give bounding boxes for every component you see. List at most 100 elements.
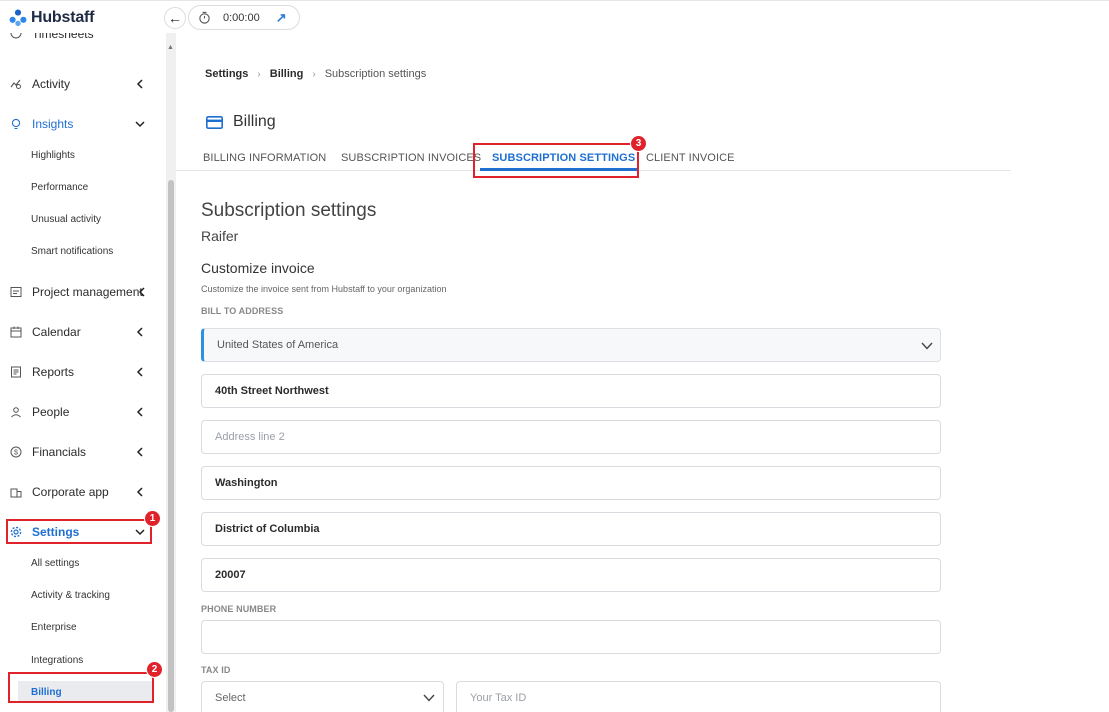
tax-id-type-select[interactable]: Select bbox=[201, 681, 444, 712]
sidebar-item-label: Financials bbox=[32, 445, 87, 459]
chevron-left-icon bbox=[136, 447, 143, 457]
customize-invoice-help: Customize the invoice sent from Hubstaff… bbox=[201, 284, 447, 294]
state-value: District of Columbia bbox=[215, 523, 320, 535]
app-logo[interactable]: Hubstaff bbox=[9, 9, 94, 27]
highlight-box-subscription-settings-tab bbox=[473, 143, 639, 178]
sidebar-item-financials[interactable]: $ Financials bbox=[0, 440, 166, 464]
address-line-1-field[interactable]: 40th Street Northwest bbox=[201, 374, 941, 408]
page-header: Billing bbox=[206, 113, 276, 131]
top-bar: Hubstaff ← 0:00:00 ↗ bbox=[0, 0, 1109, 33]
annotation-badge: 2 bbox=[146, 661, 163, 678]
sidebar-item-people[interactable]: People bbox=[0, 400, 166, 424]
sidebar-item-calendar[interactable]: Calendar bbox=[0, 320, 166, 344]
highlight-box-billing bbox=[8, 672, 154, 703]
sidebar-subitem-unusual-activity[interactable]: Unusual activity bbox=[0, 208, 166, 230]
sidebar-subitem-all-settings[interactable]: All settings bbox=[0, 552, 166, 574]
svg-text:$: $ bbox=[14, 450, 18, 457]
clock-icon bbox=[10, 33, 22, 39]
sidebar-item-activity[interactable]: Activity bbox=[0, 72, 166, 96]
sidebar-item-project-management[interactable]: Project management bbox=[0, 280, 166, 304]
chevron-down-icon bbox=[423, 694, 435, 702]
highlight-box-settings bbox=[6, 519, 152, 544]
sidebar-item-timesheets[interactable]: Timesheets bbox=[0, 33, 166, 47]
scroll-up-icon[interactable]: ▲ bbox=[167, 44, 174, 51]
tax-id-placeholder: Your Tax ID bbox=[470, 692, 527, 704]
sidebar-item-label: Calendar bbox=[32, 325, 81, 339]
customize-invoice-title: Customize invoice bbox=[201, 260, 315, 276]
phone-number-label: PHONE NUMBER bbox=[201, 604, 277, 614]
sidebar-item-corporate-app[interactable]: Corporate app bbox=[0, 480, 166, 504]
phone-number-field[interactable] bbox=[201, 620, 941, 654]
sidebar-subitem-label: All settings bbox=[31, 557, 80, 569]
organization-name: Raifer bbox=[201, 228, 239, 244]
sidebar-item-label: Project management bbox=[32, 285, 143, 299]
tab-billing-information[interactable]: BILLING INFORMATION bbox=[203, 152, 326, 164]
sidebar-scroll-thumb[interactable] bbox=[168, 180, 174, 712]
sidebar-subitem-label: Highlights bbox=[31, 149, 75, 161]
activity-icon bbox=[10, 79, 21, 89]
calendar-icon bbox=[10, 326, 22, 338]
annotation-badge: 3 bbox=[630, 135, 647, 152]
chevron-down-icon bbox=[921, 342, 933, 350]
sidebar-item-reports[interactable]: Reports bbox=[0, 360, 166, 384]
sidebar-item-label: Corporate app bbox=[32, 485, 109, 499]
report-icon bbox=[11, 366, 21, 378]
sidebar-subitem-performance[interactable]: Performance bbox=[0, 176, 166, 198]
sidebar-subitem-activity-tracking[interactable]: Activity & tracking bbox=[0, 584, 166, 606]
state-field[interactable]: District of Columbia bbox=[201, 512, 941, 546]
dollar-circle-icon: $ bbox=[10, 446, 22, 458]
stopwatch-icon bbox=[199, 11, 210, 24]
sidebar-subitem-label: Integrations bbox=[31, 654, 84, 666]
address-line-1-value: 40th Street Northwest bbox=[215, 385, 329, 397]
sidebar-item-label: Timesheets bbox=[32, 33, 94, 41]
chevron-left-icon bbox=[136, 79, 143, 89]
sidebar-subitem-label: Unusual activity bbox=[31, 213, 102, 225]
sidebar-item-label: People bbox=[32, 405, 70, 419]
chevron-left-icon bbox=[136, 407, 143, 417]
chevron-left-icon bbox=[136, 487, 143, 497]
section-title: Subscription settings bbox=[201, 200, 377, 221]
breadcrumb-billing[interactable]: Billing bbox=[270, 68, 304, 80]
city-value: Washington bbox=[215, 477, 278, 489]
sidebar-item-label: Insights bbox=[32, 117, 74, 131]
tab-subscription-invoices[interactable]: SUBSCRIPTION INVOICES bbox=[341, 152, 481, 164]
timer-value: 0:00:00 bbox=[223, 11, 260, 24]
lightbulb-icon bbox=[11, 118, 21, 130]
sidebar-subitem-integrations[interactable]: Integrations bbox=[0, 649, 166, 671]
project-icon bbox=[10, 287, 22, 297]
chevron-left-icon bbox=[138, 287, 145, 297]
zip-value: 20007 bbox=[215, 569, 246, 581]
open-timer-icon[interactable]: ↗ bbox=[276, 10, 287, 26]
bill-to-address-label: BILL TO ADDRESS bbox=[201, 306, 284, 316]
collapse-sidebar-button[interactable]: ← bbox=[164, 7, 186, 29]
sidebar-subitem-highlights[interactable]: Highlights bbox=[0, 144, 166, 166]
person-icon bbox=[11, 407, 21, 418]
sidebar-item-label: Reports bbox=[32, 365, 75, 379]
address-line-2-field[interactable]: Address line 2 bbox=[201, 420, 941, 454]
sidebar-item-insights[interactable]: Insights bbox=[0, 112, 166, 136]
timer-widget[interactable]: 0:00:00 ↗ bbox=[188, 5, 300, 30]
tab-client-invoice[interactable]: CLIENT INVOICE bbox=[646, 152, 735, 164]
tax-id-field[interactable]: Your Tax ID bbox=[456, 681, 941, 712]
breadcrumb-current: Subscription settings bbox=[324, 68, 427, 80]
zip-field[interactable]: 20007 bbox=[201, 558, 941, 592]
chevron-down-icon bbox=[135, 121, 145, 128]
app-name: Hubstaff bbox=[31, 9, 95, 26]
city-field[interactable]: Washington bbox=[201, 466, 941, 500]
tax-id-label: TAX ID bbox=[201, 665, 231, 675]
sidebar-subitem-label: Enterprise bbox=[31, 621, 77, 633]
breadcrumb-settings[interactable]: Settings bbox=[205, 68, 248, 80]
chevron-right-icon: › bbox=[312, 68, 316, 80]
sidebar-subitem-label: Performance bbox=[31, 181, 89, 193]
credit-card-icon bbox=[206, 115, 223, 129]
sidebar: Timesheets Activity Insights Highlights … bbox=[0, 33, 176, 712]
sidebar-subitem-label: Smart notifications bbox=[31, 245, 114, 257]
address-line-2-placeholder: Address line 2 bbox=[215, 431, 285, 443]
sidebar-subitem-smart-notifications[interactable]: Smart notifications bbox=[0, 240, 166, 262]
sidebar-subitem-enterprise[interactable]: Enterprise bbox=[0, 616, 166, 638]
country-select[interactable]: United States of America bbox=[201, 328, 941, 362]
country-value: United States of America bbox=[217, 339, 339, 351]
chevron-left-icon bbox=[136, 327, 143, 337]
chevron-right-icon: › bbox=[257, 68, 261, 80]
building-icon bbox=[10, 488, 22, 498]
